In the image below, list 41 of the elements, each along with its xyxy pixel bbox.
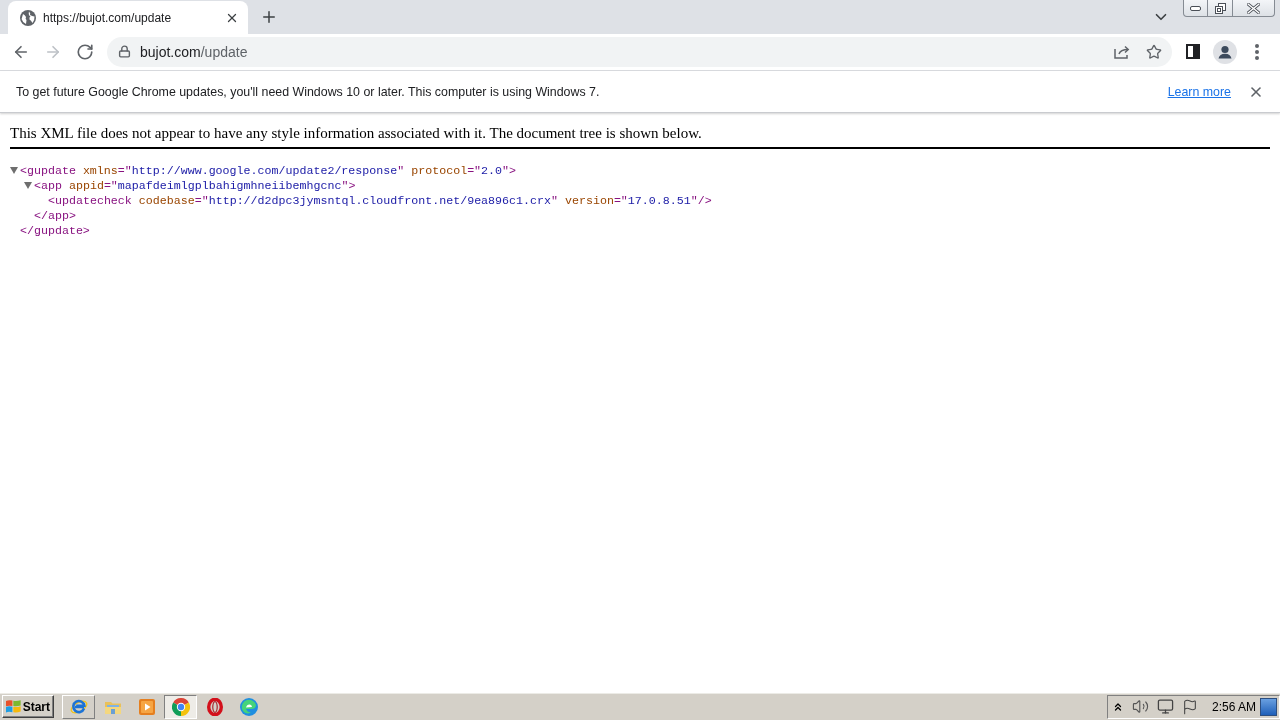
xml-line: </app> bbox=[34, 208, 76, 223]
minimize-icon bbox=[1190, 5, 1201, 11]
xml-line: </gupdate> bbox=[20, 223, 90, 238]
infobar-message: To get future Google Chrome updates, you'll need Windows 10 or later. This computer is using Windows 7. bbox=[16, 84, 601, 99]
flag-icon[interactable] bbox=[1182, 698, 1198, 715]
address-bar[interactable]: bujot.com/update bbox=[107, 36, 1172, 67]
avatar-icon bbox=[1213, 39, 1237, 64]
star-icon bbox=[1146, 43, 1162, 60]
expand-triangle-icon[interactable] bbox=[10, 167, 18, 174]
close-icon bbox=[1247, 2, 1260, 14]
globe-icon bbox=[20, 9, 36, 26]
reload-icon bbox=[76, 42, 94, 61]
ring-logo-icon[interactable] bbox=[171, 697, 190, 716]
play-icon[interactable] bbox=[138, 698, 155, 715]
clock-text: 2:56 AM bbox=[1212, 699, 1257, 714]
browser-tab[interactable]: https://bujot.com/update bbox=[8, 1, 248, 34]
xml-line: <app appid="mapafdeimlgplbahigmhneiibemhgcnc"> bbox=[34, 178, 356, 193]
speaker-icon[interactable] bbox=[1131, 698, 1149, 715]
plus-icon bbox=[260, 8, 278, 26]
lock-icon bbox=[118, 45, 131, 58]
swirl-icon[interactable] bbox=[239, 697, 258, 716]
start-button[interactable]: Start bbox=[2, 695, 54, 718]
minimize-button[interactable] bbox=[1183, 0, 1208, 17]
windows-logo-icon bbox=[6, 699, 21, 714]
expand-triangle-icon[interactable] bbox=[24, 182, 32, 189]
e-logo-icon[interactable] bbox=[69, 697, 88, 716]
xml-style-notice: This XML file does not appear to have any style information associated with it. The document tree is shown below. bbox=[10, 124, 703, 142]
side-panel-icon bbox=[1186, 44, 1200, 59]
menu-icon bbox=[1255, 43, 1259, 60]
xml-line: <updatecheck codebase="http://d2dpc3jymsntql.cloudfront.net/9ea896c1.crx" version="17.0.8.51"/> bbox=[48, 193, 712, 208]
taskbar-app-button[interactable] bbox=[164, 694, 197, 719]
learn-more-link[interactable]: Learn more bbox=[1167, 84, 1231, 99]
o-ring-icon[interactable] bbox=[206, 697, 223, 716]
monitor-icon[interactable] bbox=[1156, 698, 1174, 715]
show-desktop-button[interactable] bbox=[1260, 697, 1277, 716]
restore-icon bbox=[1214, 2, 1226, 14]
xml-line: <gupdate xmlns="http://www.google.com/update2/response" protocol="2.0"> bbox=[20, 163, 517, 178]
url-text: bujot.com/update bbox=[140, 43, 249, 60]
window-close-button[interactable] bbox=[1232, 0, 1275, 17]
share-icon bbox=[1114, 44, 1130, 59]
restore-button[interactable] bbox=[1207, 0, 1233, 17]
